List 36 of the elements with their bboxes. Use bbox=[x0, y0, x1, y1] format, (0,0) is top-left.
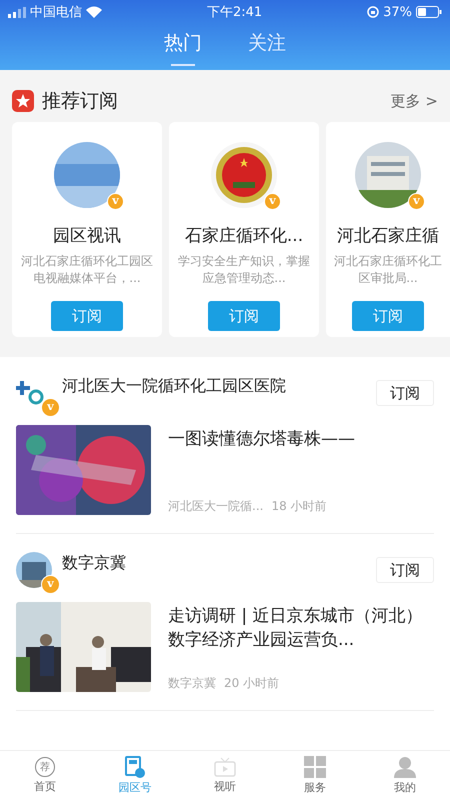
account-name: 园区视讯 bbox=[53, 225, 121, 247]
section-title: 推荐订阅 bbox=[42, 89, 119, 114]
subscribe-button[interactable]: 订阅 bbox=[51, 301, 123, 331]
verified-icon: v bbox=[408, 193, 425, 210]
article-time: 20 小时前 bbox=[224, 675, 280, 692]
nav-tab[interactable]: 服务 bbox=[270, 751, 360, 800]
battery-percent: 37% bbox=[383, 4, 412, 20]
verified-icon: v bbox=[41, 575, 60, 594]
nav-tab[interactable]: 荐 首页 bbox=[0, 751, 90, 800]
feed-tab[interactable]: 热门 bbox=[164, 24, 202, 70]
verified-icon: v bbox=[107, 193, 124, 210]
account-description: 河北石家庄循环化工区审批局... bbox=[333, 253, 443, 287]
nav-tab[interactable]: 我的 bbox=[360, 751, 450, 800]
account-description: 河北石家庄循环化工园区电视融媒体平台，... bbox=[20, 253, 154, 287]
account-name: 河北石家庄循 bbox=[337, 225, 439, 247]
verified-icon: v bbox=[41, 398, 60, 417]
account-name: 石家庄循环化... bbox=[184, 225, 304, 247]
subscribe-button[interactable]: 订阅 bbox=[208, 301, 280, 331]
account-name: 河北医大一院循环化工园区医院 bbox=[62, 376, 287, 396]
nav-tab[interactable]: 园区号 bbox=[90, 751, 180, 800]
article-title[interactable]: 一图读懂德尔塔毒株—— bbox=[168, 425, 434, 451]
clock-time: 下午2:41 bbox=[206, 4, 264, 21]
carrier-name: 中国电信 bbox=[30, 4, 82, 21]
nav-tab[interactable]: 视听 bbox=[180, 751, 270, 800]
account-description: 学习安全生产知识，掌握应急管理动态... bbox=[177, 253, 311, 287]
article-source: 数字京冀 bbox=[168, 675, 216, 692]
article-source: 河北医大一院循... bbox=[168, 498, 264, 515]
subscribe-button[interactable]: 订阅 bbox=[352, 301, 424, 331]
subscribe-button[interactable]: 订阅 bbox=[376, 380, 434, 406]
verified-icon: v bbox=[264, 193, 281, 210]
subscribe-button[interactable]: 订阅 bbox=[376, 557, 434, 583]
article-time: 18 小时前 bbox=[271, 498, 327, 515]
recommend-icon: 荐 bbox=[35, 757, 55, 777]
more-link[interactable]: 更多 > bbox=[390, 92, 438, 110]
account-name: 数字京冀 bbox=[62, 552, 127, 574]
article-title[interactable]: 走访调研 | 近日京东城市（河北）数字经济产业园运营负... bbox=[168, 602, 434, 652]
